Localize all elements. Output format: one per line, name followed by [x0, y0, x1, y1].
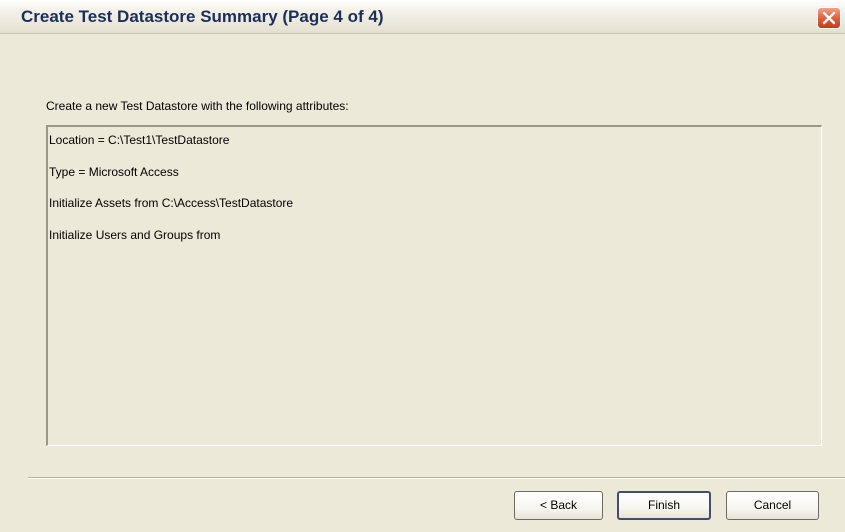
close-icon [822, 11, 836, 25]
back-button[interactable]: < Back [514, 491, 603, 520]
button-separator [28, 477, 845, 479]
summary-dialog: Create Test Datastore Summary (Page 4 of… [0, 0, 845, 532]
summary-text-box[interactable]: Location = C:\Test1\TestDatastore Type =… [46, 125, 822, 446]
summary-line-users-groups: Initialize Users and Groups from [49, 228, 221, 242]
close-button[interactable] [817, 7, 841, 29]
finish-button[interactable]: Finish [617, 491, 711, 520]
summary-line-assets: Initialize Assets from C:\Access\TestDat… [49, 196, 294, 210]
title-bar[interactable]: Create Test Datastore Summary (Page 4 of… [0, 0, 845, 34]
summary-line-type: Type = Microsoft Access [49, 165, 179, 179]
summary-line-location: Location = C:\Test1\TestDatastore [49, 133, 230, 147]
cancel-button[interactable]: Cancel [726, 491, 819, 520]
summary-intro-label: Create a new Test Datastore with the fol… [46, 99, 349, 113]
window-title: Create Test Datastore Summary (Page 4 of… [21, 7, 384, 26]
